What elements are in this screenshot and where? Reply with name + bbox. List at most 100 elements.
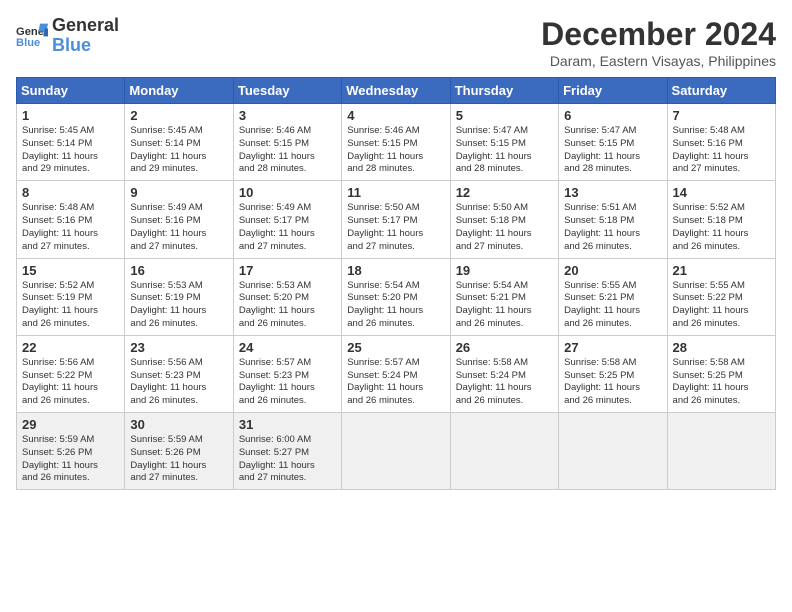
calendar-cell [667,413,775,490]
day-number: 22 [22,340,119,355]
calendar-cell: 10Sunrise: 5:49 AM Sunset: 5:17 PM Dayli… [233,181,341,258]
day-info: Sunrise: 5:48 AM Sunset: 5:16 PM Dayligh… [22,202,119,253]
calendar-cell: 21 Sunrise: 5:55 AM Sunset: 5:22 PM Dayli… [667,258,775,335]
calendar-week-row: 8 Sunrise: 5:48 AM Sunset: 5:16 PM Daylig… [17,181,776,258]
page-header: General Blue GeneralBlue December 2024 D… [16,16,776,69]
day-info: Sunrise: 5:48 AM Sunset: 5:16 PM Dayligh… [673,125,770,176]
calendar-week-row: 29 Sunrise: 5:59 AM Sunset: 5:26 PM Dayli… [17,413,776,490]
day-number: 26 [456,340,553,355]
calendar-table: SundayMondayTuesdayWednesdayThursdayFrid… [16,77,776,490]
day-info: Sunrise: 5:56 AM Sunset: 5:22 PM Dayligh… [22,357,119,408]
month-title: December 2024 [541,16,776,53]
calendar-cell: 27 Sunrise: 5:58 AM Sunset: 5:25 PM Dayli… [559,335,667,412]
day-info: Sunrise: 5:47 AM Sunset: 5:15 PM Dayligh… [456,125,553,176]
day-number: 15 [22,263,119,278]
day-number: 11 [347,185,444,200]
day-info: Sunrise: 5:46 AM Sunset: 5:15 PM Dayligh… [239,125,336,176]
calendar-cell: 28Sunrise: 5:58 AM Sunset: 5:25 PM Dayli… [667,335,775,412]
day-info: Sunrise: 5:59 AM Sunset: 5:26 PM Dayligh… [22,434,119,485]
day-number: 5 [456,108,553,123]
day-info: Sunrise: 5:58 AM Sunset: 5:25 PM Dayligh… [564,357,661,408]
day-number: 4 [347,108,444,123]
day-info: Sunrise: 5:53 AM Sunset: 5:19 PM Dayligh… [130,280,227,331]
calendar-cell: 16 Sunrise: 5:53 AM Sunset: 5:19 PM Dayli… [125,258,233,335]
day-info: Sunrise: 5:47 AM Sunset: 5:15 PM Dayligh… [564,125,661,176]
logo-text: GeneralBlue [52,16,119,56]
calendar-cell: 20 Sunrise: 5:55 AM Sunset: 5:21 PM Dayli… [559,258,667,335]
calendar-cell: 13 Sunrise: 5:51 AM Sunset: 5:18 PM Dayli… [559,181,667,258]
logo: General Blue GeneralBlue [16,16,119,56]
location: Daram, Eastern Visayas, Philippines [541,53,776,69]
calendar-cell: 26Sunrise: 5:58 AM Sunset: 5:24 PM Dayli… [450,335,558,412]
calendar-cell: 31Sunrise: 6:00 AM Sunset: 5:27 PM Dayli… [233,413,341,490]
calendar-cell: 5 Sunrise: 5:47 AM Sunset: 5:15 PM Daylig… [450,104,558,181]
calendar-cell: 4 Sunrise: 5:46 AM Sunset: 5:15 PM Daylig… [342,104,450,181]
day-number: 29 [22,417,119,432]
calendar-cell: 11 Sunrise: 5:50 AM Sunset: 5:17 PM Dayli… [342,181,450,258]
title-section: December 2024 Daram, Eastern Visayas, Ph… [541,16,776,69]
calendar-cell: 23 Sunrise: 5:56 AM Sunset: 5:23 PM Dayli… [125,335,233,412]
day-number: 30 [130,417,227,432]
calendar-header-row: SundayMondayTuesdayWednesdayThursdayFrid… [17,78,776,104]
day-number: 20 [564,263,661,278]
day-info: Sunrise: 5:55 AM Sunset: 5:21 PM Dayligh… [564,280,661,331]
day-info: Sunrise: 5:57 AM Sunset: 5:24 PM Dayligh… [347,357,444,408]
calendar-cell: 8 Sunrise: 5:48 AM Sunset: 5:16 PM Daylig… [17,181,125,258]
day-info: Sunrise: 5:54 AM Sunset: 5:20 PM Dayligh… [347,280,444,331]
calendar-day-header: Monday [125,78,233,104]
day-info: Sunrise: 5:51 AM Sunset: 5:18 PM Dayligh… [564,202,661,253]
day-number: 16 [130,263,227,278]
logo-icon: General Blue [16,22,48,50]
calendar-cell: 6 Sunrise: 5:47 AM Sunset: 5:15 PM Daylig… [559,104,667,181]
day-number: 14 [673,185,770,200]
day-number: 9 [130,185,227,200]
day-number: 8 [22,185,119,200]
day-number: 24 [239,340,336,355]
day-number: 28 [673,340,770,355]
day-info: Sunrise: 5:57 AM Sunset: 5:23 PM Dayligh… [239,357,336,408]
day-info: Sunrise: 5:50 AM Sunset: 5:18 PM Dayligh… [456,202,553,253]
calendar-cell: 3Sunrise: 5:46 AM Sunset: 5:15 PM Daylig… [233,104,341,181]
calendar-week-row: 15Sunrise: 5:52 AM Sunset: 5:19 PM Dayli… [17,258,776,335]
calendar-day-header: Sunday [17,78,125,104]
day-number: 27 [564,340,661,355]
day-info: Sunrise: 5:50 AM Sunset: 5:17 PM Dayligh… [347,202,444,253]
day-info: Sunrise: 5:46 AM Sunset: 5:15 PM Dayligh… [347,125,444,176]
day-info: Sunrise: 5:56 AM Sunset: 5:23 PM Dayligh… [130,357,227,408]
calendar-day-header: Thursday [450,78,558,104]
day-number: 19 [456,263,553,278]
day-info: Sunrise: 5:53 AM Sunset: 5:20 PM Dayligh… [239,280,336,331]
calendar-cell: 14 Sunrise: 5:52 AM Sunset: 5:18 PM Dayli… [667,181,775,258]
calendar-cell [342,413,450,490]
calendar-cell: 1 Sunrise: 5:45 AM Sunset: 5:14 PM Daylig… [17,104,125,181]
day-info: Sunrise: 5:45 AM Sunset: 5:14 PM Dayligh… [22,125,119,176]
day-number: 21 [673,263,770,278]
calendar-day-header: Saturday [667,78,775,104]
calendar-cell: 9Sunrise: 5:49 AM Sunset: 5:16 PM Daylig… [125,181,233,258]
day-number: 18 [347,263,444,278]
day-info: Sunrise: 5:55 AM Sunset: 5:22 PM Dayligh… [673,280,770,331]
calendar-cell: 19 Sunrise: 5:54 AM Sunset: 5:21 PM Dayli… [450,258,558,335]
calendar-cell: 2Sunrise: 5:45 AM Sunset: 5:14 PM Daylig… [125,104,233,181]
day-number: 25 [347,340,444,355]
day-info: Sunrise: 5:52 AM Sunset: 5:18 PM Dayligh… [673,202,770,253]
day-number: 1 [22,108,119,123]
calendar-cell: 22 Sunrise: 5:56 AM Sunset: 5:22 PM Dayli… [17,335,125,412]
day-number: 23 [130,340,227,355]
day-number: 6 [564,108,661,123]
svg-text:Blue: Blue [16,37,40,49]
calendar-cell: 30 Sunrise: 5:59 AM Sunset: 5:26 PM Dayli… [125,413,233,490]
day-number: 2 [130,108,227,123]
day-number: 13 [564,185,661,200]
calendar-week-row: 22 Sunrise: 5:56 AM Sunset: 5:22 PM Dayli… [17,335,776,412]
calendar-cell: 7Sunrise: 5:48 AM Sunset: 5:16 PM Daylig… [667,104,775,181]
day-number: 12 [456,185,553,200]
day-number: 31 [239,417,336,432]
calendar-cell: 29 Sunrise: 5:59 AM Sunset: 5:26 PM Dayli… [17,413,125,490]
day-info: Sunrise: 5:59 AM Sunset: 5:26 PM Dayligh… [130,434,227,485]
day-info: Sunrise: 5:54 AM Sunset: 5:21 PM Dayligh… [456,280,553,331]
calendar-day-header: Friday [559,78,667,104]
calendar-cell: 17 Sunrise: 5:53 AM Sunset: 5:20 PM Dayli… [233,258,341,335]
day-number: 17 [239,263,336,278]
day-number: 10 [239,185,336,200]
